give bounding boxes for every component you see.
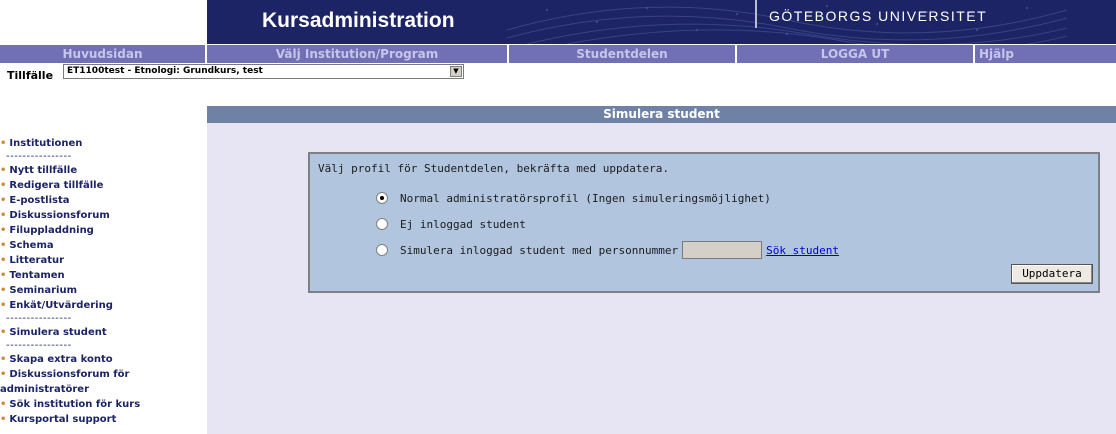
sidemenu-item-label: Enkät/Utvärdering	[9, 300, 113, 311]
option-normal-admin: Normal administratörsprofil (Ingen simul…	[376, 190, 771, 206]
bullet-icon: •	[0, 369, 7, 380]
sidemenu-item-label: Redigera tillfälle	[9, 180, 104, 191]
sidemenu-item-label: Schema	[9, 240, 54, 251]
sidemenu-item[interactable]: • Redigera tillfälle	[0, 178, 205, 193]
option-label: Normal administratörsprofil (Ingen simul…	[400, 191, 771, 205]
header-banner: Kursadministration GÖTEBORGS UNIVERSITET	[207, 0, 1116, 44]
bullet-icon: •	[0, 285, 7, 296]
page-title: Simulera student	[207, 106, 1116, 123]
personnummer-input[interactable]	[682, 241, 763, 259]
sidemenu-item[interactable]: • Schema	[0, 238, 205, 253]
sidemenu-item[interactable]: • Kursportal support	[0, 412, 205, 427]
sidemenu-item-label: Litteratur	[9, 255, 65, 266]
bullet-icon: •	[0, 354, 7, 365]
sidemenu-item[interactable]: • Enkät/Utvärdering	[0, 298, 205, 313]
option-label: Simulera inloggad student med personnumm…	[400, 243, 679, 257]
university-name: GÖTEBORGS UNIVERSITET	[769, 8, 988, 24]
sidemenu-item[interactable]: • Diskussionsforum	[0, 208, 205, 223]
sidemenu-item[interactable]: • Tentamen	[0, 268, 205, 283]
sidemenu-item[interactable]: • Skapa extra konto	[0, 352, 205, 367]
sidemenu-item[interactable]: • Filuppladdning	[0, 223, 205, 238]
bullet-icon: •	[0, 165, 7, 176]
sidemenu-item[interactable]: • E-postlista	[0, 193, 205, 208]
app-title: Kursadministration	[262, 9, 455, 32]
sidemenu-item[interactable]: • Seminarium	[0, 283, 205, 298]
sidemenu-item-label: Skapa extra konto	[9, 354, 113, 365]
nav-studentdelen[interactable]: Studentdelen	[509, 45, 737, 63]
bullet-icon: •	[0, 327, 7, 338]
radio-ej-inloggad[interactable]	[376, 218, 388, 230]
option-ej-inloggad: Ej inloggad student	[376, 216, 526, 232]
nav-valj-institution[interactable]: Välj Institution/Program	[207, 45, 509, 63]
sidemenu-item[interactable]: • Nytt tillfälle	[0, 163, 205, 178]
sok-student-link[interactable]: Sök student	[766, 244, 839, 257]
radio-normal-admin[interactable]	[376, 192, 388, 204]
bullet-icon: •	[0, 255, 7, 266]
bullet-icon: •	[0, 399, 7, 410]
sidemenu-item[interactable]: • Diskussionsforum för administratörer	[0, 367, 205, 397]
nav-huvudsidan[interactable]: Huvudsidan	[0, 45, 207, 63]
menu-separator: ----------------	[6, 340, 72, 351]
sidemenu-item-label: Tentamen	[9, 270, 65, 281]
dropdown-arrow-icon[interactable]: ▼	[450, 66, 462, 77]
side-menu: • Institutionen ---------------- • Nytt till…	[0, 136, 205, 427]
sidemenu-item-label: Seminarium	[9, 285, 78, 296]
bullet-icon: •	[0, 300, 7, 311]
sidemenu-item[interactable]: • Litteratur	[0, 253, 205, 268]
sidemenu-item-label: E-postlista	[9, 195, 70, 206]
option-label: Ej inloggad student	[400, 217, 526, 231]
bullet-icon: •	[0, 225, 7, 236]
menu-separator: ----------------	[6, 151, 72, 162]
sidemenu-item[interactable]: • Simulera student	[0, 325, 205, 340]
sidemenu-item[interactable]: • Sök institution för kurs	[0, 397, 205, 412]
banner-divider	[755, 0, 757, 28]
bullet-icon: •	[0, 138, 7, 149]
nav-logga-ut[interactable]: LOGGA UT	[737, 45, 975, 63]
sidemenu-item-label: Diskussionsforum för administratörer	[0, 369, 130, 395]
sidemenu-item-label: Kursportal support	[9, 414, 117, 425]
bullet-icon: •	[0, 180, 7, 191]
tillfalle-select[interactable]: ET1100test - Etnologi: Grundkurs, test ▼	[63, 64, 464, 79]
option-simulera: Simulera inloggad student med personnumm…	[376, 241, 839, 259]
sidemenu-item[interactable]: • Institutionen	[0, 136, 205, 151]
sidemenu-item-label: Institutionen	[9, 138, 83, 149]
bullet-icon: •	[0, 240, 7, 251]
bullet-icon: •	[0, 270, 7, 281]
sidemenu-item-label: Nytt tillfälle	[9, 165, 78, 176]
main-content: Simulera student Välj profil för Student…	[207, 106, 1116, 434]
top-nav-bar: Huvudsidan Välj Institution/Program Stud…	[0, 45, 1116, 63]
sidemenu-item-label: Filuppladdning	[9, 225, 94, 236]
bullet-icon: •	[0, 210, 7, 221]
radio-simulera[interactable]	[376, 244, 388, 256]
sidemenu-item-label: Diskussionsforum	[9, 210, 110, 221]
sidemenu-item-label: Simulera student	[9, 327, 107, 338]
nav-hjalp[interactable]: Hjälp	[975, 45, 1116, 63]
menu-separator: ----------------	[6, 313, 72, 324]
uppdatera-button[interactable]: Uppdatera	[1011, 264, 1093, 284]
bullet-icon: •	[0, 195, 7, 206]
tillfalle-label: Tillfälle	[7, 69, 54, 82]
simulate-panel: Välj profil för Studentdelen, bekräfta m…	[308, 152, 1100, 293]
bullet-icon: •	[0, 414, 7, 425]
instruction-text: Välj profil för Studentdelen, bekräfta m…	[318, 162, 669, 175]
sidemenu-item-label: Sök institution för kurs	[9, 399, 141, 410]
tillfalle-selected-value: ET1100test - Etnologi: Grundkurs, test	[67, 66, 263, 76]
